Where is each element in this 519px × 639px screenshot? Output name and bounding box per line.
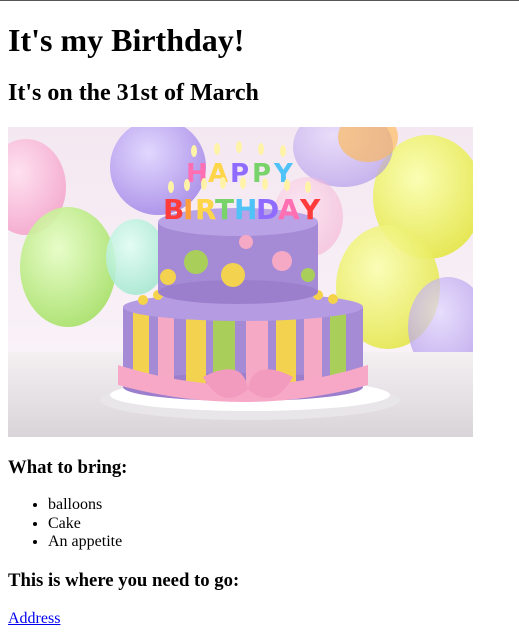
date-subtitle: It's on the 31st of March [8,80,259,106]
address-paragraph: Address [8,610,511,628]
destination-heading: This is where you need to go: [8,569,240,591]
svg-text:T: T [215,193,234,226]
svg-text:A: A [278,193,300,226]
what-to-bring-heading: What to bring: [8,457,128,478]
svg-text:Y: Y [299,193,321,226]
list-item: An appetite [48,533,511,552]
svg-text:P: P [230,159,249,189]
svg-text:P: P [252,159,271,189]
svg-text:D: D [256,193,279,226]
list-item: balloons [48,496,511,515]
svg-text:B: B [163,193,184,226]
svg-text:I: I [183,193,193,226]
svg-text:Y: Y [273,159,294,189]
svg-text:H: H [234,193,257,226]
svg-text:R: R [195,193,217,226]
list-item: Cake [48,515,511,534]
birthday-cake-image: H A P P Y B I R T H D A Y [8,127,473,437]
page-content: It's my Birthday! It's on the 31st of Ma… [0,22,519,628]
page-title: It's my Birthday! [8,22,245,58]
bring-list: balloons Cake An appetite [8,496,511,552]
address-link[interactable]: Address [8,610,60,627]
